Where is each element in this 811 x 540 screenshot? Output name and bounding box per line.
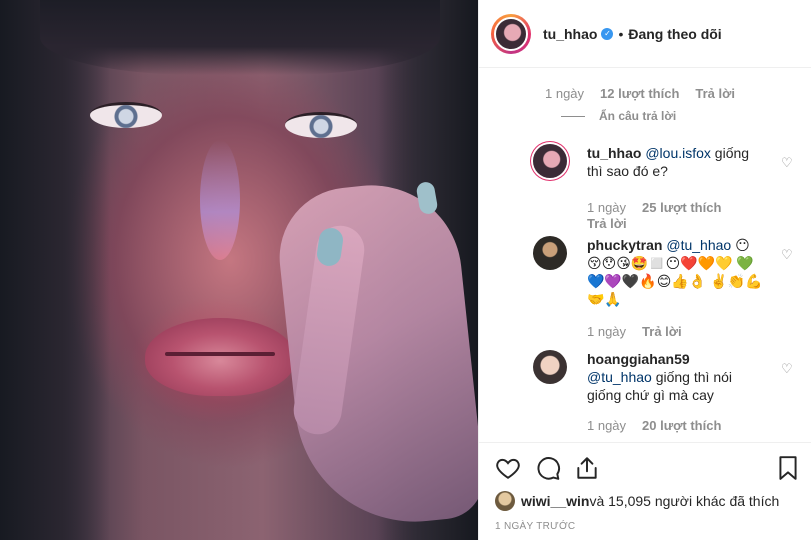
reply-avatar[interactable] <box>533 236 567 270</box>
photo-eye-right <box>285 112 357 138</box>
heart-icon[interactable]: ♡ <box>781 362 795 376</box>
author-avatar[interactable] <box>491 13 531 54</box>
parent-comment-meta: 1 ngày 12 lượt thích Trả lời <box>545 86 735 101</box>
reply-meta-2: Trả lời <box>587 216 627 231</box>
verified-badge-icon: ✓ <box>601 27 614 40</box>
post-side-panel: tu_hhao ✓ • Đang theo dõi 1 ngày 12 lượt… <box>478 0 811 540</box>
reply-item: phuckytran @tu_hhao 😶 😚😯😘🤩◻️😶❤️🧡💛 💚💙💜🖤🔥😊… <box>533 236 793 344</box>
reply-age: 1 ngày <box>587 418 627 433</box>
photo-lips <box>145 318 295 396</box>
reply-age: 1 ngày <box>587 324 627 339</box>
hide-replies-button[interactable]: Ẩn câu trả lời <box>561 109 676 123</box>
photo-eye-left <box>90 102 162 128</box>
reply-reply-button[interactable]: Trả lời <box>587 216 627 231</box>
author-avatar-image <box>494 16 528 51</box>
photo-light-glow <box>200 140 240 260</box>
reply-age: 1 ngày <box>587 200 627 215</box>
reply-mention[interactable]: @tu_hhao <box>666 237 731 253</box>
reply-meta: 1 ngày 25 lượt thích <box>587 200 721 215</box>
comment-likes-link[interactable]: 12 lượt thích <box>600 86 679 101</box>
hide-replies-label: Ẩn câu trả lời <box>599 109 677 123</box>
likes-count-text[interactable]: và 15,095 người khác đã thích <box>589 493 779 509</box>
photo-hair-left <box>0 0 110 540</box>
heart-icon[interactable]: ♡ <box>781 156 795 170</box>
reply-meta: 1 ngày Trả lời <box>587 324 682 339</box>
liker-avatar[interactable] <box>495 491 515 511</box>
comments-list[interactable]: 1 ngày 12 lượt thích Trả lời Ẩn câu trả … <box>479 68 811 442</box>
reply-likes-link[interactable]: 25 lượt thích <box>642 200 721 215</box>
reply-item: hoanggiahan59 @tu_hhao giống thì nói giố… <box>533 350 793 442</box>
reply-body: hoanggiahan59 @tu_hhao giống thì nói giố… <box>587 350 767 404</box>
reply-body: tu_hhao @lou.isfox giống thì sao đó e? <box>587 144 767 180</box>
liked-by-line: wiwi__win và 15,095 người khác đã thích <box>495 491 779 511</box>
reply-avatar[interactable] <box>533 144 567 178</box>
post-header: tu_hhao ✓ • Đang theo dõi <box>479 0 811 68</box>
author-username[interactable]: tu_hhao <box>543 26 597 42</box>
reply-item: tu_hhao @lou.isfox giống thì sao đó e? ♡… <box>533 144 793 234</box>
liker-username[interactable]: wiwi__win <box>521 493 589 509</box>
reply-author[interactable]: phuckytran <box>587 237 662 253</box>
comment-icon[interactable] <box>535 455 561 481</box>
post-actions: wiwi__win và 15,095 người khác đã thích … <box>479 442 811 540</box>
post-photo[interactable] <box>0 0 478 540</box>
hide-replies-line <box>561 115 585 117</box>
heart-like-icon[interactable] <box>495 455 521 481</box>
bookmark-icon[interactable] <box>775 455 801 481</box>
photo-bangs <box>40 0 440 75</box>
follow-status-button[interactable]: Đang theo dõi <box>628 26 721 42</box>
reply-author[interactable]: hoanggiahan59 <box>587 351 690 367</box>
post-timestamp: 1 NGÀY TRƯỚC <box>495 521 576 532</box>
reply-mention[interactable]: @tu_hhao <box>587 369 652 385</box>
comment-age: 1 ngày <box>545 86 585 101</box>
reply-reply-button[interactable]: Trả lời <box>642 324 682 339</box>
heart-icon[interactable]: ♡ <box>781 248 795 262</box>
reply-meta: 1 ngày 20 lượt thích <box>587 418 721 433</box>
reply-mention[interactable]: @lou.isfox <box>645 145 711 161</box>
reply-author[interactable]: tu_hhao <box>587 145 641 161</box>
reply-avatar[interactable] <box>533 350 567 384</box>
comment-reply-button[interactable]: Trả lời <box>695 86 735 101</box>
reply-likes-link[interactable]: 20 lượt thích <box>642 418 721 433</box>
reply-body: phuckytran @tu_hhao 😶 😚😯😘🤩◻️😶❤️🧡💛 💚💙💜🖤🔥😊… <box>587 236 767 308</box>
share-icon[interactable] <box>574 455 600 481</box>
header-separator: • <box>618 25 624 42</box>
